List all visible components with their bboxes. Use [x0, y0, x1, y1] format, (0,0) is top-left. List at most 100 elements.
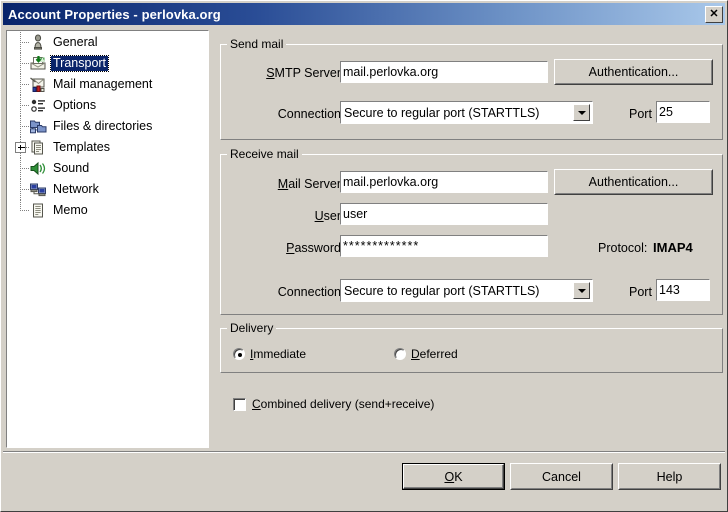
deferred-accel: D [411, 347, 420, 361]
receive-connection-select[interactable]: Secure to regular port (STARTTLS) [340, 279, 593, 302]
mail-tools-icon [29, 76, 47, 93]
tree-twisty [11, 179, 29, 200]
sidebar-item-label: Options [53, 98, 97, 112]
ok-accel: O [444, 469, 455, 484]
sidebar-item-label: Network [53, 182, 99, 196]
sidebar-item-label: Memo [53, 203, 88, 217]
sidebar-item-network[interactable]: Network [7, 179, 208, 200]
smtp-server-input[interactable]: mail.perlovka.org [340, 61, 548, 83]
radio-deferred-label: Deferred [411, 347, 458, 361]
combined-accel: C [252, 397, 261, 411]
mailserver-rest: ail Server [288, 177, 341, 191]
send-mail-group-title: Send mail [227, 37, 287, 51]
ok-button[interactable]: OK [402, 463, 505, 490]
sidebar-item-memo[interactable]: Memo [7, 200, 208, 221]
tree-twisty [11, 200, 29, 221]
sidebar-item-files-directories[interactable]: Files & directories [7, 116, 208, 137]
sidebar-item-general[interactable]: General [7, 32, 208, 53]
user-input[interactable]: user [340, 203, 548, 225]
tree-twisty [11, 53, 29, 74]
dialog-button-bar: OK Cancel Help [1, 458, 727, 498]
checkbox-combined-label: Combined delivery (send+receive) [252, 397, 434, 411]
options-list-icon [29, 97, 47, 114]
title-bar[interactable]: Account Properties - perlovka.org ✕ [3, 3, 725, 25]
password-input[interactable]: ************* [340, 235, 548, 257]
send-port-label: Port [629, 107, 652, 121]
sidebar-item-mail-management[interactable]: Mail management [7, 74, 208, 95]
tree-expander[interactable] [11, 137, 29, 158]
sidebar-item-label: Files & directories [53, 119, 153, 133]
radio-immediate-indicator[interactable] [233, 348, 245, 360]
cancel-button[interactable]: Cancel [510, 463, 613, 490]
delivery-group-title: Delivery [227, 321, 277, 335]
help-label: Help [656, 469, 683, 484]
send-connection-label: Connection [277, 107, 341, 121]
receive-port-input[interactable]: 143 [656, 279, 710, 301]
sidebar-item-sound[interactable]: Sound [7, 158, 208, 179]
user-rest: ser [323, 209, 341, 223]
radio-deferred-indicator[interactable] [394, 348, 406, 360]
footer-divider [3, 451, 725, 453]
tree-twisty [11, 158, 29, 179]
tree-twisty [11, 74, 29, 95]
checkbox-combined-indicator[interactable] [233, 397, 246, 411]
receive-port-label: Port [629, 285, 652, 299]
speaker-icon [29, 160, 47, 177]
ok-label: OK [444, 470, 462, 484]
protocol-value: IMAP4 [653, 240, 693, 255]
dialog-window: Account Properties - perlovka.org ✕ Gene… [0, 0, 728, 512]
radio-immediate-label: Immediate [250, 347, 306, 361]
sidebar-item-label: Mail management [53, 77, 153, 91]
settings-category-tree[interactable]: General Transport Mail management Option… [6, 30, 209, 448]
person-icon [29, 34, 47, 51]
sidebar-item-templates[interactable]: Templates [7, 137, 208, 158]
receive-connection-value: Secure to regular port (STARTTLS) [344, 283, 540, 298]
chevron-down-icon[interactable] [573, 282, 590, 299]
chevron-down-icon[interactable] [573, 104, 590, 121]
sidebar-item-label: Sound [53, 161, 90, 175]
receive-authentication-button[interactable]: Authentication... [554, 169, 713, 195]
protocol-label: Protocol: [598, 241, 648, 255]
sidebar-item-label: General [53, 35, 98, 49]
smtp-accel: S [266, 66, 275, 80]
tree-items: General Transport Mail management Option… [7, 31, 208, 221]
password-rest: assword [294, 241, 341, 255]
tree-twisty [11, 32, 29, 53]
send-connection-select[interactable]: Secure to regular port (STARTTLS) [340, 101, 593, 124]
tree-twisty [11, 116, 29, 137]
send-port-input[interactable]: 25 [656, 101, 710, 123]
sidebar-item-label: Templates [53, 140, 110, 154]
checkbox-combined-delivery[interactable]: Combined delivery (send+receive) [233, 397, 434, 411]
tree-twisty [11, 95, 29, 116]
user-accel: U [314, 209, 324, 223]
sidebar-item-label: Transport [49, 55, 110, 72]
network-computers-icon [29, 181, 47, 198]
documents-icon [29, 139, 47, 156]
titlebar-button-group: ✕ [705, 5, 723, 23]
sidebar-item-options[interactable]: Options [7, 95, 208, 116]
ok-rest: K [454, 469, 463, 484]
password-label: Password [236, 241, 341, 255]
smtp-rest: MTP Server [274, 66, 341, 80]
smtp-server-label: SMTP Server [236, 66, 341, 80]
sidebar-item-transport[interactable]: Transport [7, 53, 208, 74]
user-label: User [236, 209, 341, 223]
cancel-label: Cancel [542, 469, 581, 484]
send-authentication-button[interactable]: Authentication... [554, 59, 713, 85]
inbox-download-icon [29, 55, 47, 72]
receive-connection-label: Connection [277, 285, 341, 299]
radio-deferred[interactable]: Deferred [394, 347, 458, 361]
receive-authentication-label: Authentication... [588, 175, 679, 189]
mail-server-label: Mail Server [236, 177, 341, 191]
deferred-rest: eferred [419, 347, 458, 361]
mailserver-accel: M [277, 177, 289, 191]
expand-plus-icon[interactable] [15, 142, 26, 153]
note-icon [29, 202, 47, 219]
help-button[interactable]: Help [618, 463, 721, 490]
immediate-rest: mmediate [253, 347, 307, 361]
send-connection-value: Secure to regular port (STARTTLS) [344, 105, 540, 120]
mail-server-input[interactable]: mail.perlovka.org [340, 171, 548, 193]
radio-immediate[interactable]: Immediate [233, 347, 306, 361]
close-icon[interactable]: ✕ [705, 5, 723, 23]
combined-rest: ombined delivery (send+receive) [260, 397, 435, 411]
